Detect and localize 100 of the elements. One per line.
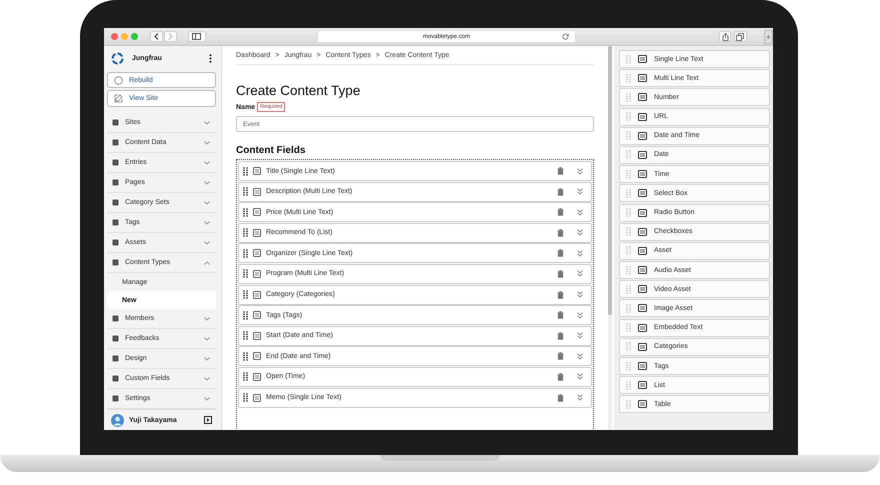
trash-icon[interactable] [557,167,564,175]
double-chevron-icon[interactable] [577,250,583,257]
trash-icon[interactable] [557,208,564,216]
double-chevron-icon[interactable] [577,352,583,360]
double-chevron-icon[interactable] [577,312,583,319]
caret-icon [204,120,210,125]
text-field-icon [253,332,261,340]
field-type-icon [638,342,647,351]
drag-handle-icon[interactable] [243,372,248,382]
drag-handle-icon[interactable] [626,284,631,294]
avatar-icon [111,414,124,427]
field-type-icon [638,74,647,82]
drag-handle-icon[interactable] [626,131,631,140]
field-type-icon [638,246,647,255]
drag-handle-icon[interactable] [626,342,631,352]
square-icon [112,315,119,322]
double-chevron-icon[interactable] [577,394,583,402]
drag-handle-icon[interactable] [243,352,248,361]
field-type-icon [638,150,647,159]
caret-icon [204,240,210,245]
square-icon [112,375,119,382]
trash-icon[interactable] [557,249,564,258]
drag-handle-icon[interactable] [243,166,248,176]
field-type-icon [638,381,647,390]
double-chevron-icon[interactable] [577,373,583,380]
drag-handle-icon[interactable] [626,304,631,313]
section-title: Content Fields [236,145,306,156]
drag-handle-icon[interactable] [243,269,248,278]
scrollbar-thumb[interactable] [608,46,612,315]
kebab-menu-icon[interactable] [209,54,212,64]
drag-handle-icon[interactable] [626,208,631,217]
caret-icon [204,160,210,165]
drag-handle-icon[interactable] [243,290,248,300]
close-button[interactable] [111,33,118,40]
trash-icon[interactable] [557,332,564,340]
drag-handle-icon[interactable] [626,266,631,275]
drag-handle-icon[interactable] [626,400,631,409]
tabs-icon [736,32,744,40]
drag-handle-icon[interactable] [626,170,631,179]
drag-handle-icon[interactable] [626,227,631,236]
drag-handle-icon[interactable] [626,92,631,102]
text-field-icon [253,372,261,381]
field-type-icon [638,266,647,274]
drag-handle-icon[interactable] [626,112,631,122]
drag-handle-icon[interactable] [626,74,631,83]
drag-handle-icon[interactable] [243,208,248,217]
drag-handle-icon[interactable] [626,246,631,256]
action-icon [114,76,123,85]
field-type-icon [638,112,647,121]
back-button[interactable] [150,31,163,42]
square-icon [112,239,119,246]
sign-out-icon[interactable] [204,416,212,424]
field-type-icon [638,228,647,236]
drag-handle-icon[interactable] [243,310,248,320]
drag-handle-icon[interactable] [243,393,248,402]
drag-handle-icon[interactable] [626,188,631,198]
trash-icon[interactable] [557,228,564,237]
double-chevron-icon[interactable] [577,291,583,298]
square-icon [112,179,119,186]
double-chevron-icon[interactable] [577,229,583,236]
drag-handle-icon[interactable] [243,228,248,238]
square-icon [112,159,119,166]
trash-icon[interactable] [557,290,564,299]
field-type-icon [638,170,647,178]
double-chevron-icon[interactable] [577,332,583,340]
text-field-icon [253,188,261,196]
trash-icon[interactable] [557,188,564,196]
double-chevron-icon[interactable] [577,270,583,278]
caret-icon [204,356,210,361]
caret-icon [204,316,210,321]
text-field-icon [253,290,261,299]
reload-icon[interactable] [562,33,570,40]
text-field-icon [253,311,261,320]
caret-icon [204,200,210,205]
text-field-icon [253,228,261,237]
text-field-icon [253,249,261,258]
caret-icon [204,260,210,265]
double-chevron-icon[interactable] [577,188,583,196]
drag-handle-icon[interactable] [243,248,248,258]
logo-icon [111,52,124,66]
drag-handle-icon[interactable] [626,323,631,332]
drag-handle-icon[interactable] [243,187,248,196]
drag-handle-icon[interactable] [626,54,631,64]
caret-icon [204,140,210,145]
trash-icon[interactable] [557,352,564,360]
trash-icon[interactable] [557,270,564,278]
share-button[interactable] [719,31,732,42]
double-chevron-icon[interactable] [577,168,583,174]
field-type-icon [638,304,647,312]
drag-handle-icon[interactable] [626,362,631,370]
drag-handle-icon[interactable] [626,150,631,160]
tabs-button[interactable] [734,31,747,42]
caret-icon [204,180,210,185]
double-chevron-icon[interactable] [577,208,583,216]
trash-icon[interactable] [557,372,564,381]
drag-handle-icon[interactable] [626,380,631,390]
sidebar-toggle-button[interactable] [188,31,206,42]
trash-icon[interactable] [557,311,564,320]
trash-icon[interactable] [557,394,564,402]
drag-handle-icon[interactable] [243,331,248,340]
